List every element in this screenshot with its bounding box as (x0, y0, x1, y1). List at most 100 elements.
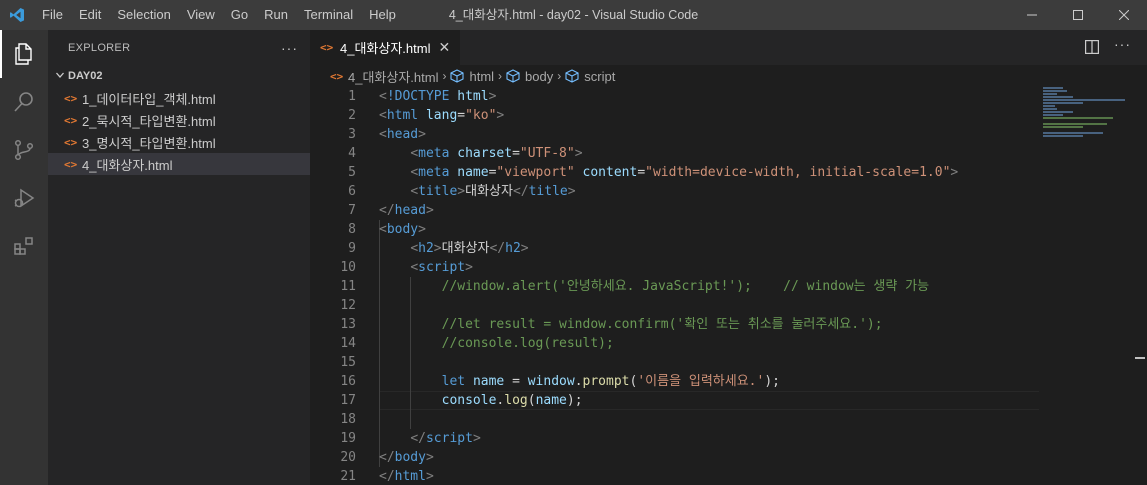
code-token: name (535, 393, 567, 408)
vertical-scrollbar[interactable] (1133, 87, 1147, 485)
code-token: > (472, 431, 481, 446)
code-line[interactable]: //window.alert('안녕하세요. JavaScript!'); //… (379, 277, 1039, 296)
code-line[interactable]: <!DOCTYPE html> (379, 87, 1039, 106)
menu-run[interactable]: Run (256, 0, 296, 30)
files-icon[interactable] (0, 30, 48, 78)
vscode-logo-icon[interactable] (0, 0, 34, 30)
code-line[interactable]: <meta name="viewport" content="width=dev… (379, 163, 1039, 182)
code-token: > (418, 127, 426, 142)
code-line[interactable]: //let result = window.confirm('확인 또는 취소를… (379, 315, 1039, 334)
code-line[interactable]: <meta charset="UTF-8"> (379, 144, 1039, 163)
code-token: title (418, 184, 458, 199)
code-token: </ (489, 241, 506, 256)
code-token: > (488, 89, 497, 104)
code-line[interactable] (379, 353, 1039, 372)
code-line[interactable]: </script> (379, 429, 1039, 448)
line-number: 7 (348, 203, 356, 218)
code-line[interactable]: console.log(name); (379, 391, 1039, 410)
menu-edit[interactable]: Edit (71, 0, 109, 30)
code-line[interactable]: //console.log(result); (379, 334, 1039, 353)
more-actions-icon[interactable]: ··· (281, 40, 298, 56)
minimize-button[interactable] (1009, 0, 1055, 30)
file-name: 1_데이터타입_객체.html (82, 91, 216, 107)
code-token: 대화상자 (465, 184, 513, 199)
menu-view[interactable]: View (179, 0, 223, 30)
code-line[interactable]: </html> (379, 467, 1039, 485)
code-token: 대화상자 (441, 241, 490, 256)
html-file-icon: <> (64, 113, 78, 127)
element-cube-icon (565, 69, 579, 83)
line-number: 19 (340, 431, 356, 446)
menu-go[interactable]: Go (223, 0, 256, 30)
code-line[interactable]: <html lang="ko"> (379, 106, 1039, 125)
code-token: //window.alert('안녕하세요. JavaScript!'); //… (441, 279, 930, 294)
tab-label: 4_대화상자.html (340, 41, 431, 56)
tab-active-file[interactable]: <> 4_대화상자.html ✕ (310, 30, 460, 65)
breadcrumb-script[interactable]: script (584, 69, 615, 84)
breadcrumb-html[interactable]: html (469, 69, 494, 84)
code-line[interactable]: </body> (379, 448, 1039, 467)
code-token: !DOCTYPE (386, 89, 450, 104)
code-token: > (465, 260, 473, 275)
extensions-icon[interactable] (0, 222, 48, 270)
code-line[interactable]: <head> (379, 125, 1039, 144)
code-lines[interactable]: <!DOCTYPE html> <html lang="ko"> <head> <m… (379, 87, 1039, 485)
code-token: < (410, 146, 419, 161)
line-number: 1 (348, 89, 356, 104)
file-item[interactable]: <> 1_데이터타입_객체.html (48, 87, 310, 109)
file-item-selected[interactable]: <> 4_대화상자.html (48, 153, 310, 175)
line-number: 9 (348, 241, 356, 256)
close-tab-icon[interactable]: ✕ (438, 39, 450, 56)
line-number: 20 (340, 450, 356, 465)
code-line[interactable]: <title>대화상자</title> (379, 182, 1039, 201)
code-token: > (425, 469, 434, 484)
folder-day02[interactable]: DAY02 (48, 65, 310, 87)
code-token: = (457, 108, 466, 123)
menu-file[interactable]: File (34, 0, 71, 30)
code-token: name (457, 165, 489, 180)
breadcrumb-body[interactable]: body (525, 69, 553, 84)
code-token: body (386, 222, 419, 237)
menu-selection[interactable]: Selection (109, 0, 178, 30)
code-line[interactable]: <h2>대화상자</h2> (379, 239, 1039, 258)
code-line[interactable] (379, 296, 1039, 315)
maximize-button[interactable] (1055, 0, 1101, 30)
code-token: log (504, 393, 528, 408)
code-token: = (512, 146, 520, 161)
code-token: </ (512, 184, 529, 199)
minimap[interactable] (1043, 87, 1133, 147)
menu-terminal[interactable]: Terminal (296, 0, 361, 30)
chevron-right-icon: › (442, 69, 447, 83)
line-number: 2 (348, 108, 356, 123)
code-line[interactable]: </head> (379, 201, 1039, 220)
file-item[interactable]: <> 2_묵시적_타입변환.html (48, 109, 310, 131)
code-token: </ (379, 469, 395, 484)
code-line[interactable]: let name = window.prompt('이름을 입력하세요.'); (379, 372, 1039, 391)
code-token: > (425, 203, 434, 218)
code-line[interactable] (379, 410, 1039, 429)
line-number: 3 (348, 127, 356, 142)
source-control-icon[interactable] (0, 126, 48, 174)
search-icon[interactable] (0, 78, 48, 126)
breadcrumb-file[interactable]: 4_대화상자.html (348, 67, 438, 86)
code-token: . (574, 374, 583, 389)
tab-bar: <> 4_대화상자.html ✕ ··· (310, 30, 1147, 65)
code-editor[interactable]: 1 2 3 4 5 6 7 8 9 10 11 12 13 14 15 16 17 18 19 20 21 <!DOCT… (310, 87, 1147, 485)
code-token: html (457, 89, 489, 104)
code-token: > (496, 108, 505, 123)
code-line[interactable]: <script> (379, 258, 1039, 277)
code-line[interactable]: <body> (379, 220, 1039, 239)
line-number: 21 (340, 469, 356, 484)
code-token: < (410, 260, 419, 275)
split-editor-icon[interactable] (1085, 40, 1100, 57)
code-token: = (504, 374, 528, 389)
file-item[interactable]: <> 3_명시적_타입변환.html (48, 131, 310, 153)
code-token: meta (418, 146, 450, 161)
close-window-button[interactable] (1101, 0, 1147, 30)
menu-help[interactable]: Help (361, 0, 404, 30)
run-debug-icon[interactable] (0, 174, 48, 222)
code-token: prompt (582, 374, 630, 389)
more-actions-icon[interactable]: ··· (1114, 36, 1131, 52)
